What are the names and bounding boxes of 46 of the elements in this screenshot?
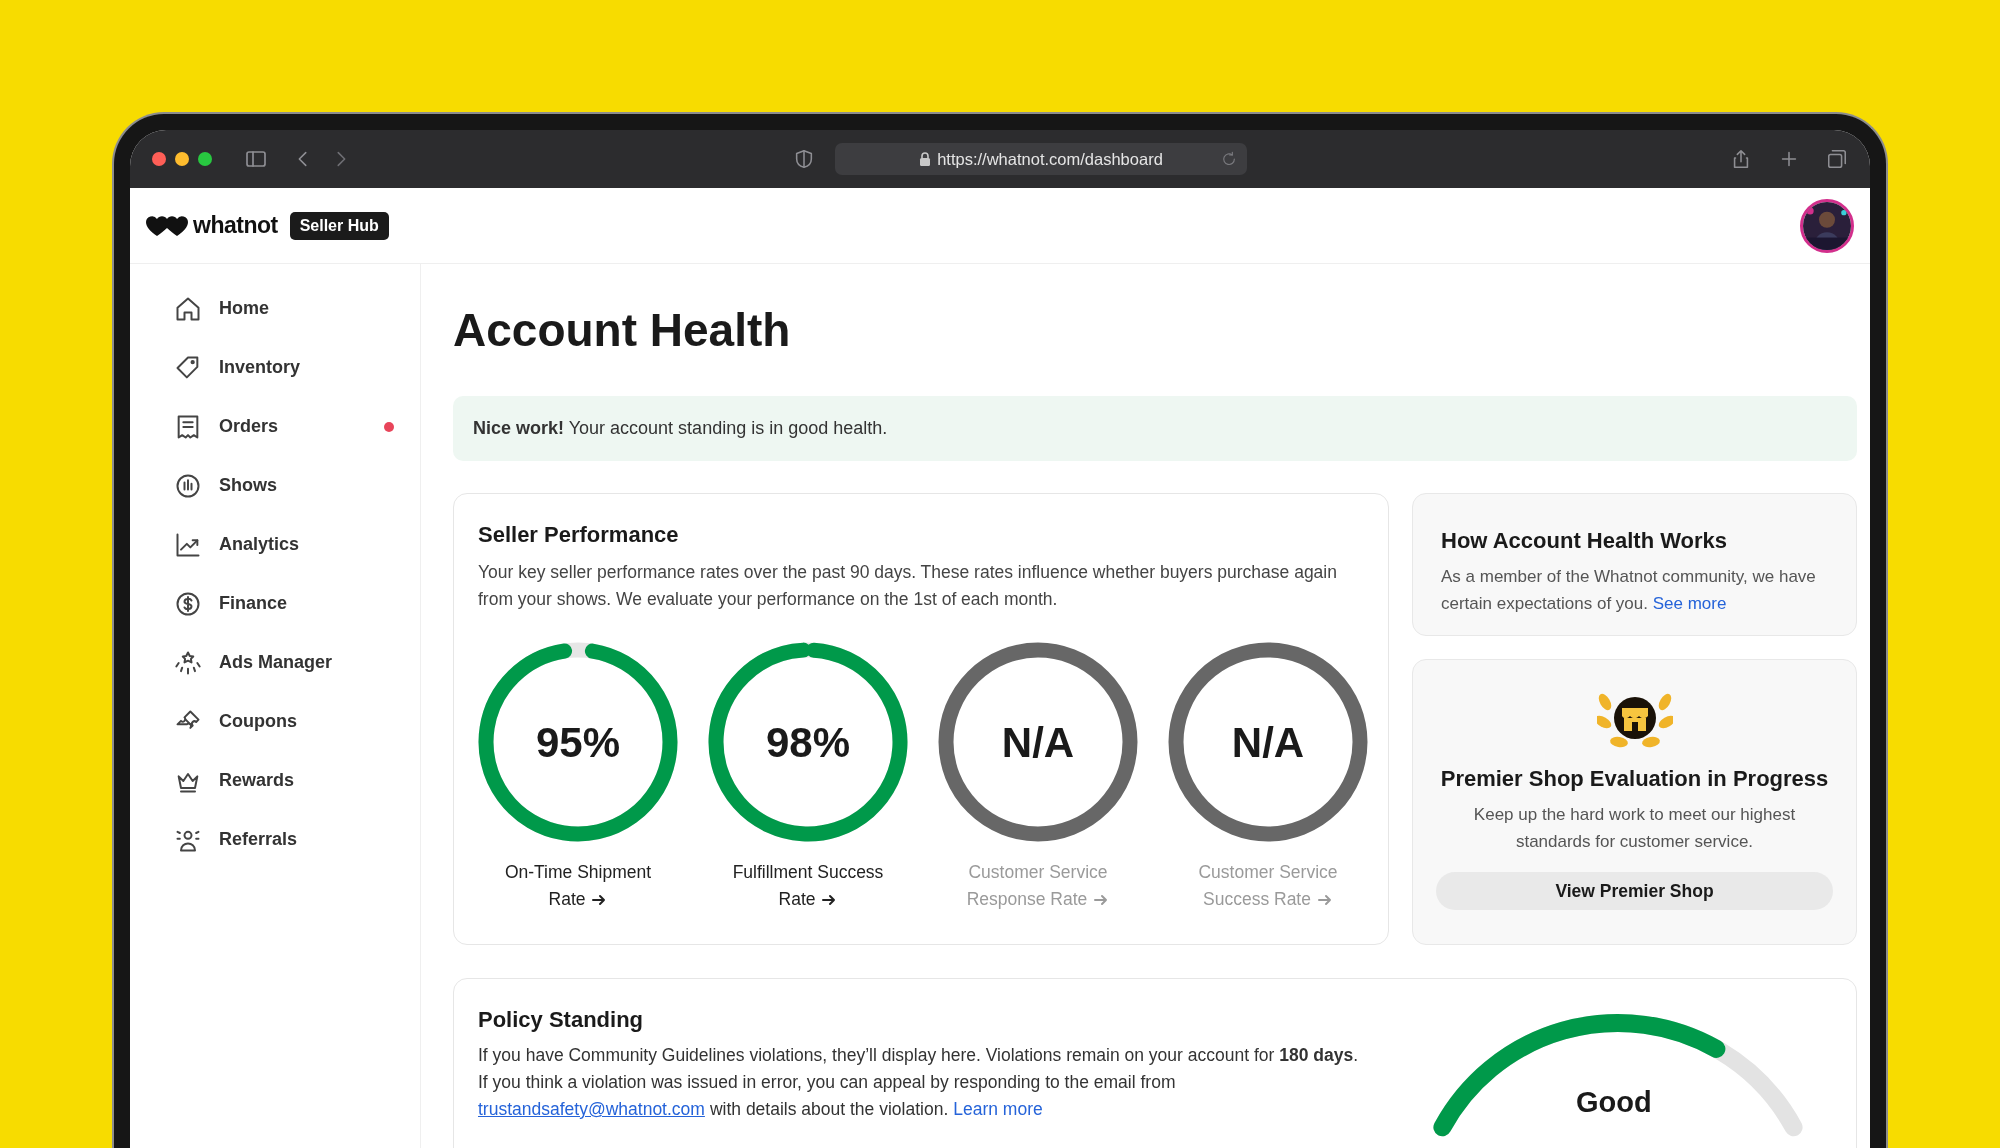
url-text: https://whatnot.com/dashboard bbox=[937, 148, 1163, 170]
metric-link[interactable]: Fulfillment Success Rate bbox=[732, 859, 884, 913]
sidebar-item[interactable]: Orders bbox=[130, 397, 420, 456]
minimize-window-button[interactable] bbox=[175, 152, 189, 166]
sidebar-item[interactable]: Coupons bbox=[130, 692, 420, 751]
logo-hearts-icon bbox=[146, 214, 188, 237]
gauge-label: Good bbox=[1576, 1085, 1652, 1120]
logo-text: whatnot bbox=[193, 211, 278, 241]
shield-icon bbox=[793, 148, 815, 170]
sidebar-item[interactable]: Ads Manager bbox=[130, 633, 420, 692]
zoom-window-button[interactable] bbox=[198, 152, 212, 166]
sidebar-item[interactable]: Finance bbox=[130, 574, 420, 633]
view-premier-shop-button[interactable]: View Premier Shop bbox=[1436, 872, 1833, 910]
sidebar-item[interactable]: Home bbox=[130, 279, 420, 338]
learn-more-link[interactable]: Learn more bbox=[953, 1096, 1043, 1123]
sidebar-item[interactable]: Shows bbox=[130, 456, 420, 515]
card-title: Policy Standing bbox=[478, 1006, 645, 1034]
reload-icon[interactable] bbox=[1221, 151, 1237, 167]
avatar[interactable] bbox=[1800, 198, 1854, 253]
policy-text: with details about the violation. bbox=[709, 1098, 949, 1121]
card-description: Your key seller performance rates over the past 90 days. These rates influence whether buyers purchase again from your shows. We evaluate your performance on the 1st of each month. bbox=[478, 561, 1338, 611]
metric-value: N/A bbox=[1001, 717, 1075, 768]
sidebar-item[interactable]: Inventory bbox=[130, 338, 420, 397]
banner-text: Nice work! Your account standing is in good health. bbox=[473, 417, 888, 440]
card-title: Seller Performance bbox=[478, 521, 680, 549]
sidebar-item[interactable]: Referrals bbox=[130, 810, 420, 869]
lock-icon bbox=[919, 152, 932, 166]
metric-value: N/A bbox=[1231, 717, 1305, 768]
email-link[interactable]: trustandsafety@whatnot.com bbox=[478, 1096, 705, 1123]
policy-text: If you have Community Guidelines violations, they’ll display here. Violations remain on your account for 180 days. bbox=[478, 1044, 1360, 1067]
tabs-icon[interactable] bbox=[1826, 148, 1848, 170]
seller-hub-badge: Seller Hub bbox=[289, 211, 389, 240]
page-title: Account Health bbox=[453, 303, 792, 358]
metric-link[interactable]: On-Time Shipment Rate bbox=[504, 859, 652, 913]
see-more-link[interactable]: See more bbox=[1652, 594, 1727, 613]
card-text: Keep up the hard work to meet our highest standards for customer service. bbox=[1472, 804, 1797, 853]
card-title: How Account Health Works bbox=[1441, 527, 1729, 555]
policy-text: If you think a violation was issued in error, you can appeal by responding to the email from bbox=[478, 1071, 1177, 1094]
card-text: As a member of the Whatnot community, we have certain expectations of you. See more bbox=[1441, 566, 1817, 615]
address-bar[interactable]: https://whatnot.com/dashboard bbox=[835, 143, 1247, 175]
sidebar-item[interactable]: Rewards bbox=[130, 751, 420, 810]
card-title: Premier Shop Evaluation in Progress bbox=[1440, 765, 1829, 793]
close-window-button[interactable] bbox=[152, 152, 166, 166]
metric-value: 98% bbox=[765, 717, 851, 768]
sidebar-item[interactable]: Analytics bbox=[130, 515, 420, 574]
metric-value: 95% bbox=[535, 717, 621, 768]
